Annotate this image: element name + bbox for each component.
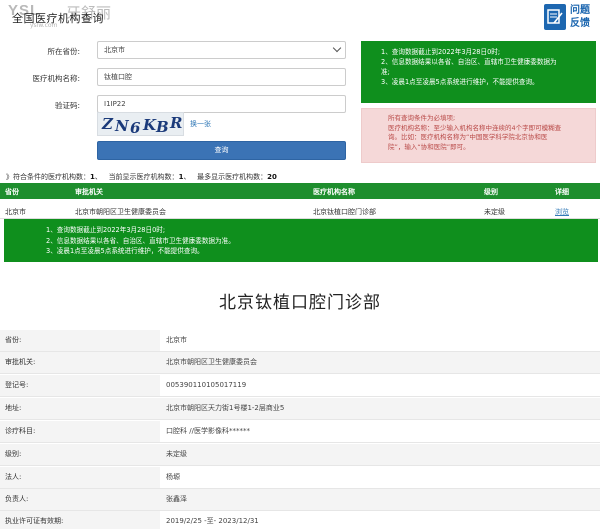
captcha-input[interactable]: I1IP22 (97, 95, 346, 113)
detail-value: 未定级 (166, 450, 187, 458)
detail-key: 地址: (0, 398, 160, 419)
detail-value: 口腔科 //医学影像科****** (166, 427, 250, 435)
detail-value: 张鑫泽 (166, 495, 187, 503)
detail-value: 北京市朝阳区卫生健康委员会 (166, 358, 257, 366)
captcha-image[interactable]: Z N 6 K B R (97, 112, 184, 136)
captcha-char: N (115, 117, 129, 135)
notice-data-info: 1、查询数据截止到2022年3月28日0时; 2、信息数据结果以各省、自治区、直… (361, 41, 596, 103)
institution-name-input[interactable]: 钛植口腔 (97, 68, 346, 86)
province-select[interactable]: 北京市 (97, 41, 346, 59)
cell-authority: 北京市朝阳区卫生健康委员会 (75, 208, 166, 216)
cell-name: 北京钛植口腔门诊部 (313, 208, 376, 216)
notice-required-tip: 所有查询条件为必填项; 医疗机构名称：至少输入机构名称中连续的4个字即可模糊查 … (361, 108, 596, 163)
detail-key: 省份: (0, 330, 160, 351)
detail-value: 杨塬 (166, 473, 180, 481)
search-button[interactable]: 查询 (97, 141, 346, 160)
captcha-char: R (170, 114, 183, 132)
captcha-label: 验证码: (54, 101, 80, 110)
detail-value: 北京市 (166, 336, 187, 344)
col-level: 级别 (484, 188, 498, 196)
cell-level: 未定级 (484, 208, 505, 216)
detail-key: 级别: (0, 444, 160, 465)
feedback-label: 问题 反馈 (570, 5, 590, 29)
captcha-char: B (156, 118, 169, 136)
detail-row: 省份: 北京市 (0, 330, 600, 352)
col-province: 省份 (5, 188, 19, 196)
detail-row: 级别: 未定级 (0, 444, 600, 466)
captcha-char: 6 (130, 119, 141, 136)
notice-data-info-bottom: 1、查询数据截止到2022年3月28日0时; 2、信息数据结果以各省、自治区、直… (4, 219, 598, 262)
detail-key: 诊疗科目: (0, 421, 160, 442)
captcha-char: Z (102, 115, 113, 133)
results-table-header: 省份 审批机关 医疗机构名称 级别 详细 (0, 183, 600, 199)
chevron-down-icon (332, 43, 342, 53)
refresh-captcha-link[interactable]: 换一张 (190, 119, 211, 129)
detail-row: 执业许可证有效期: 2019/2/25 -至- 2023/12/31 (0, 511, 600, 529)
detail-value: 2019/2/25 -至- 2023/12/31 (166, 517, 259, 525)
feedback-icon (544, 4, 566, 30)
detail-key: 审批机关: (0, 352, 160, 373)
table-row: 北京市 北京市朝阳区卫生健康委员会 北京钛植口腔门诊部 未定级 浏览 (0, 203, 600, 219)
col-detail: 详细 (555, 188, 569, 196)
detail-title: 北京钛植口腔门诊部 (219, 293, 381, 313)
detail-row: 诊疗科目: 口腔科 //医学影像科****** (0, 421, 600, 443)
detail-key: 执业许可证有效期: (0, 511, 160, 529)
detail-key: 法人: (0, 467, 160, 488)
feedback-button[interactable]: 问题 反馈 (544, 2, 598, 33)
cell-province: 北京市 (5, 208, 26, 216)
detail-row: 负责人: 张鑫泽 (0, 489, 600, 511)
page-header: YSL 牙舒丽 yslw.com 全国医疗机构查询 问题 反馈 (0, 0, 600, 34)
detail-row: 地址: 北京市朝阳区天力街1号楼1-2层商业5 (0, 398, 600, 420)
detail-key: 负责人: (0, 489, 160, 510)
detail-key: 登记号: (0, 375, 160, 396)
captcha-char: K (143, 116, 157, 134)
detail-row: 审批机关: 北京市朝阳区卫生健康委员会 (0, 352, 600, 374)
province-label: 所在省份: (47, 47, 80, 56)
detail-value: 北京市朝阳区天力街1号楼1-2层商业5 (166, 404, 285, 412)
col-authority: 审批机关 (75, 188, 103, 196)
col-name: 医疗机构名称 (313, 188, 355, 196)
page-title: 全国医疗机构查询 (12, 12, 104, 25)
detail-row: 法人: 杨塬 (0, 467, 600, 489)
detail-row: 登记号: 005390110105017119 (0, 375, 600, 397)
detail-value: 005390110105017119 (166, 381, 247, 389)
result-counts: 》符合条件的医疗机构数：1、 当前显示医疗机构数：1、 最多显示医疗机构数：20 (6, 173, 277, 181)
view-detail-link[interactable]: 浏览 (555, 207, 569, 217)
institution-name-label: 医疗机构名称: (32, 74, 80, 83)
